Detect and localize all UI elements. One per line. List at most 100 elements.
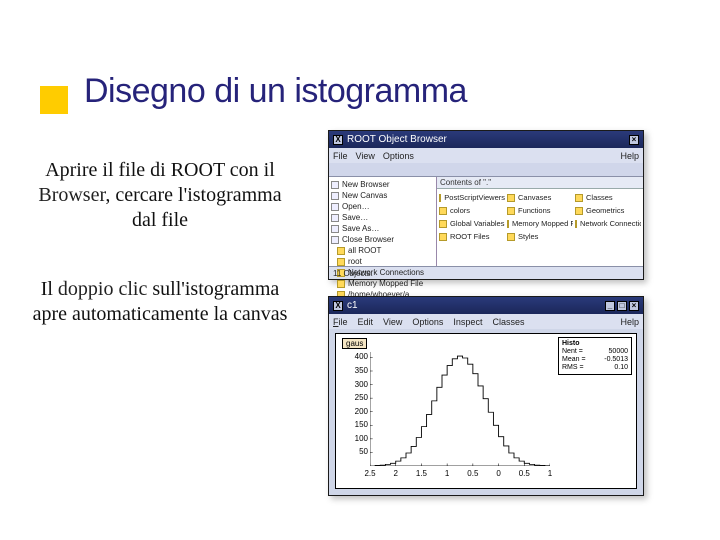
folder-icon (507, 207, 515, 215)
menu-edit[interactable]: Edit (358, 317, 374, 327)
menu-view[interactable]: View (356, 151, 375, 161)
grid-item[interactable]: Network Connectio (575, 218, 641, 229)
grid-item-label: colors (450, 206, 470, 215)
folder-icon (507, 220, 509, 228)
p1c: , cercare l'istogramma dal file (105, 184, 281, 231)
folder-icon (507, 194, 515, 202)
x-tick-label: 0.5 (467, 469, 478, 478)
accent-block (40, 86, 68, 114)
contents-header: Contents of "." (437, 177, 643, 189)
maximize-icon[interactable]: □ (617, 301, 627, 311)
grid-item[interactable]: Functions (507, 205, 573, 216)
menu-options[interactable]: Options (383, 151, 414, 161)
tree-item[interactable]: root (331, 256, 434, 267)
grid-item[interactable]: Styles (507, 231, 573, 242)
folder-icon (507, 233, 515, 241)
y-tick-label: 400 (340, 352, 368, 361)
grid-item[interactable]: Global Variables (439, 218, 505, 229)
close-icon[interactable]: × (629, 301, 639, 311)
x-tick-label: 1 (548, 469, 552, 478)
folder-icon (575, 220, 577, 228)
grid-item[interactable]: Canvases (507, 192, 573, 203)
root-browser-window: X ROOT Object Browser × File View Option… (328, 130, 644, 280)
menu-view[interactable]: View (383, 317, 402, 327)
folder-icon (337, 280, 345, 288)
grid-item[interactable]: PostScriptViewers (439, 192, 505, 203)
close-icon[interactable]: × (629, 135, 639, 145)
canvas-title: c1 (347, 300, 358, 311)
browser-contents[interactable]: Contents of "." PostScriptViewers Canvase… (437, 177, 643, 266)
folder-icon (575, 207, 583, 215)
browser-tree[interactable]: New BrowserNew CanvasOpen…Save…Save As…C… (329, 177, 437, 266)
grid-item[interactable]: colors (439, 205, 505, 216)
menu-classes[interactable]: Classes (492, 317, 524, 327)
grid-item-label: ROOT Files (450, 232, 489, 241)
x-tick-label: 1 (445, 469, 449, 478)
doubleclick-keyword: doppio clic (58, 278, 147, 300)
tree-item[interactable]: Memory Mopped File (331, 278, 434, 289)
menu-help[interactable]: Help (620, 317, 639, 327)
stats-row: Mean =-0.5013 (562, 356, 628, 364)
grid-item-label: PostScriptViewers (444, 193, 505, 202)
folder-icon (337, 247, 345, 255)
folder-icon (331, 236, 339, 244)
browser-body: New BrowserNew CanvasOpen…Save…Save As…C… (329, 177, 643, 266)
p1a: Aprire il file di ROOT con il (45, 159, 275, 181)
canvas-titlebar[interactable]: X c1 _ □ × (329, 297, 643, 314)
menu-file[interactable]: File (333, 317, 348, 327)
histogram-plot (370, 352, 550, 466)
folder-icon (439, 233, 447, 241)
y-tick-label: 100 (340, 434, 368, 443)
folder-icon (331, 203, 339, 211)
tree-item[interactable]: New Canvas (331, 190, 434, 201)
grid-item-label: Network Connectio (580, 219, 641, 228)
folder-icon (439, 220, 447, 228)
folder-icon (337, 258, 345, 266)
tree-item-label: New Canvas (342, 191, 387, 200)
tree-item[interactable]: all ROOT (331, 245, 434, 256)
grid-item[interactable]: Geometrics (575, 205, 641, 216)
minimize-icon[interactable]: _ (605, 301, 615, 311)
stats-row: RMS =0.10 (562, 364, 628, 372)
tree-item[interactable]: Open… (331, 201, 434, 212)
tree-item-label: Save… (342, 213, 368, 222)
folder-icon (331, 225, 339, 233)
x-tick-label: 0.5 (519, 469, 530, 478)
folder-icon (575, 194, 583, 202)
browser-title: ROOT Object Browser (347, 134, 447, 145)
browser-keyword: Browser (38, 184, 105, 206)
slide-title: Disegno di un istogramma (84, 72, 467, 111)
tree-item[interactable]: New Browser (331, 179, 434, 190)
menu-options[interactable]: Options (412, 317, 443, 327)
p2a: Il (41, 278, 58, 300)
grid-item-label: Geometrics (586, 206, 624, 215)
folder-icon (331, 192, 339, 200)
grid-item-label: Classes (586, 193, 613, 202)
grid-item-label: Canvases (518, 193, 551, 202)
canvas-pad[interactable]: gaus Histo Nent =50000Mean =-0.5013RMS =… (335, 333, 637, 489)
folder-icon (439, 194, 441, 202)
menu-help[interactable]: Help (620, 151, 639, 161)
y-tick-label: 250 (340, 393, 368, 402)
window-icon: X (333, 301, 343, 311)
y-tick-label: 200 (340, 407, 368, 416)
body-text: Aprire il file di ROOT con il Browser, c… (30, 158, 290, 327)
tree-item[interactable]: Save… (331, 212, 434, 223)
grid-item[interactable]: Memory Mopped File (507, 218, 573, 229)
grid-item[interactable] (575, 231, 641, 242)
grid-item-label: Memory Mopped File (512, 219, 573, 228)
stats-row: Nent =50000 (562, 348, 628, 356)
browser-titlebar[interactable]: X ROOT Object Browser × (329, 131, 643, 148)
x-tick-label: 2 (393, 469, 397, 478)
folder-icon (439, 207, 447, 215)
canvas-menubar: File Edit View Options Inspect Classes H… (329, 314, 643, 329)
grid-item[interactable]: Classes (575, 192, 641, 203)
tree-item[interactable]: Close Browser (331, 234, 434, 245)
browser-menubar: File View Options Help (329, 148, 643, 163)
tree-item-label: Memory Mopped File (348, 279, 423, 288)
tree-item[interactable]: Save As… (331, 223, 434, 234)
menu-file[interactable]: File (333, 151, 348, 161)
grid-item[interactable]: ROOT Files (439, 231, 505, 242)
x-tick-label: 0 (496, 469, 500, 478)
menu-inspect[interactable]: Inspect (453, 317, 482, 327)
